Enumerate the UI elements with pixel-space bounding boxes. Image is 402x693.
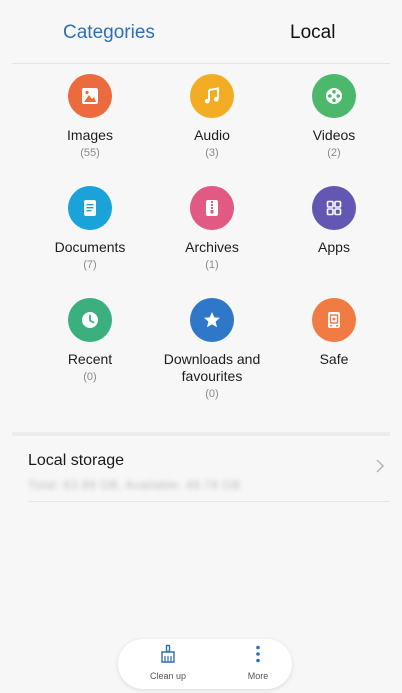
category-count: (1) — [205, 259, 219, 271]
category-label: Audio — [194, 127, 230, 143]
category-label: Images — [67, 127, 113, 143]
category-count: (7) — [83, 259, 97, 271]
zip-archive-icon — [206, 200, 218, 216]
category-safe[interactable]: Safe — [269, 298, 399, 371]
safe-icon — [328, 312, 340, 328]
category-count: (3) — [205, 147, 219, 159]
tab-divider — [12, 63, 390, 64]
category-audio[interactable]: Audio (3) — [147, 74, 277, 159]
tab-bar: Categories Local — [0, 0, 402, 64]
category-documents[interactable]: Documents (7) — [25, 186, 155, 271]
category-count: (55) — [80, 147, 100, 159]
more-vertical-icon — [256, 645, 260, 663]
audio-icon-circle — [190, 74, 234, 118]
star-icon — [204, 312, 220, 328]
category-archives[interactable]: Archives (1) — [147, 186, 277, 271]
document-icon — [84, 200, 96, 216]
category-count: (0) — [83, 371, 97, 383]
bottom-action-bar: Clean up More — [118, 639, 292, 689]
safe-icon-circle — [312, 298, 356, 342]
more-button[interactable]: More — [228, 643, 288, 681]
tab-categories[interactable]: Categories — [63, 22, 155, 44]
category-count: (0) — [205, 388, 219, 400]
local-storage-title: Local storage — [28, 452, 125, 469]
category-downloads-favourites[interactable]: Downloads and favourites (0) — [147, 298, 277, 400]
category-label: Archives — [185, 239, 239, 255]
category-label: Recent — [67, 351, 113, 367]
archives-icon-circle — [190, 186, 234, 230]
category-recent[interactable]: Recent (0) — [25, 298, 155, 383]
chevron-right-icon — [376, 459, 385, 473]
broom-icon — [161, 644, 175, 663]
documents-icon-circle — [68, 186, 112, 230]
category-images[interactable]: Images (55) — [25, 74, 155, 159]
category-label: Downloads and favourites — [163, 351, 261, 384]
film-reel-icon — [326, 88, 342, 104]
apps-grid-icon — [326, 200, 342, 216]
apps-icon-circle — [312, 186, 356, 230]
category-label: Apps — [318, 239, 350, 255]
music-note-icon — [204, 87, 219, 104]
category-label: Videos — [312, 127, 356, 143]
clock-icon — [82, 312, 98, 328]
category-videos[interactable]: Videos (2) — [269, 74, 399, 159]
category-label: Documents — [54, 239, 126, 255]
recent-icon-circle — [68, 298, 112, 342]
category-count: (2) — [327, 147, 341, 159]
images-icon-circle — [68, 74, 112, 118]
clean-up-button[interactable]: Clean up — [138, 643, 198, 681]
downloads-icon-circle — [190, 298, 234, 342]
image-icon — [82, 88, 98, 104]
tab-local[interactable]: Local — [290, 22, 335, 44]
category-label: Safe — [319, 351, 349, 367]
clean-up-label: Clean up — [149, 671, 187, 681]
more-label: More — [247, 671, 269, 681]
local-storage-row[interactable]: Local storage Total: 63.99 GB, Available… — [0, 436, 402, 502]
storage-divider — [28, 501, 390, 502]
category-apps[interactable]: Apps — [269, 186, 399, 259]
local-storage-subtitle: Total: 63.99 GB, Available: 49.78 GB — [28, 478, 241, 492]
videos-icon-circle — [312, 74, 356, 118]
